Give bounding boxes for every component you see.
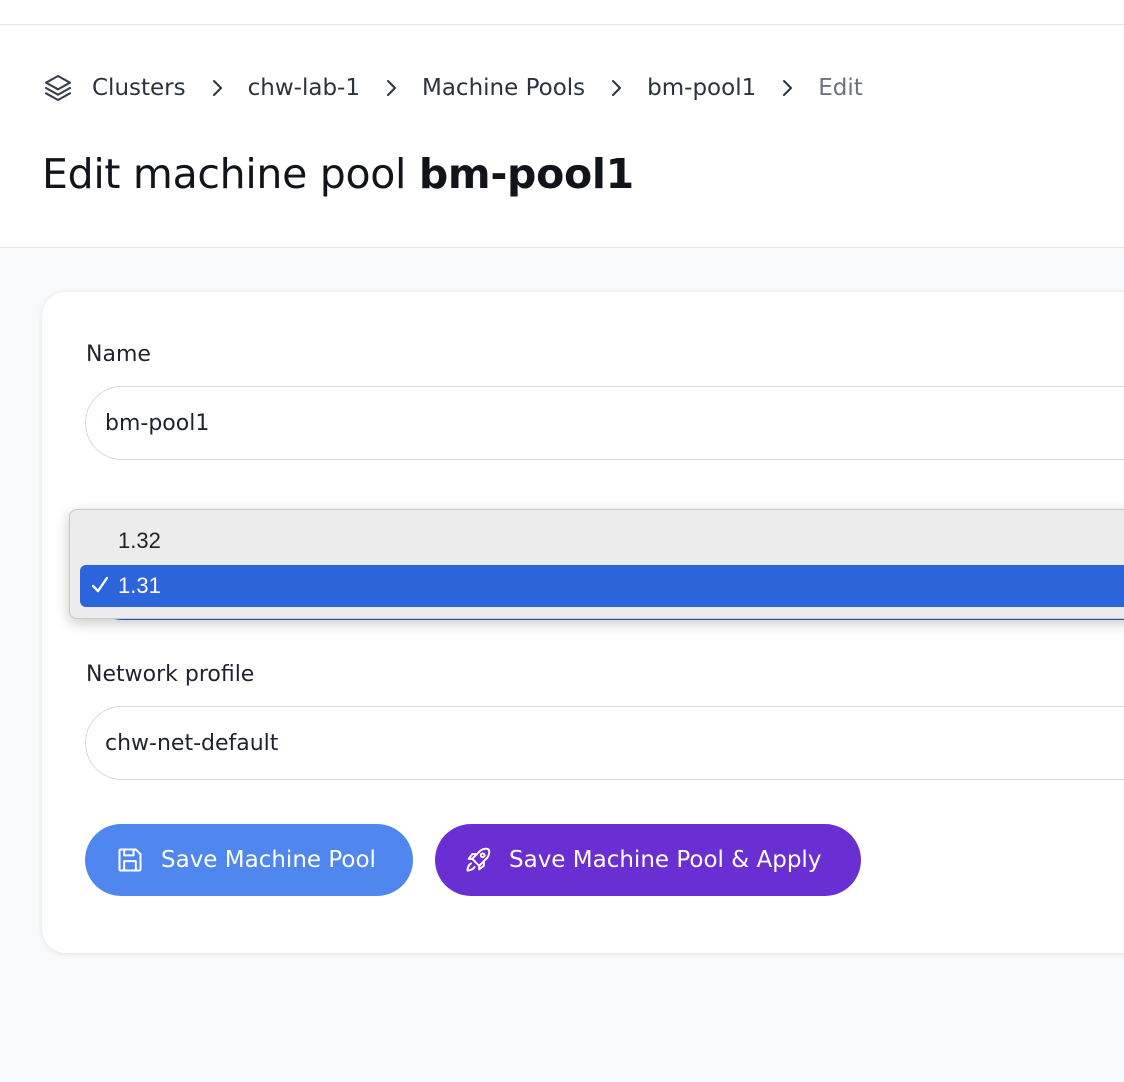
checkmark-icon: [90, 575, 110, 595]
version-option-label: 1.31: [118, 573, 161, 598]
version-option-1-32[interactable]: 1.32: [80, 520, 1124, 562]
layers-icon: [42, 72, 74, 104]
network-profile-input[interactable]: [85, 706, 1124, 780]
save-and-apply-label: Save Machine Pool & Apply: [509, 847, 822, 873]
breadcrumb-cluster[interactable]: chw-lab-1: [248, 75, 360, 101]
rocket-icon: [463, 845, 493, 875]
version-dropdown-menu: 1.32 1.31: [69, 509, 1124, 619]
breadcrumb-pool[interactable]: bm-pool1: [647, 75, 756, 101]
save-machine-pool-button[interactable]: Save Machine Pool: [85, 824, 413, 896]
name-input[interactable]: [85, 386, 1124, 460]
page-title: Edit machine pool bm-pool1: [42, 150, 634, 198]
breadcrumb-clusters[interactable]: Clusters: [92, 75, 186, 101]
machine-pool-form: Name Network profile Save Machine Pool S…: [42, 292, 1124, 953]
breadcrumb-current: Edit: [818, 75, 863, 101]
network-profile-label: Network profile: [86, 662, 255, 687]
name-label: Name: [86, 342, 151, 367]
version-option-1-31[interactable]: 1.31: [80, 565, 1124, 607]
chevron-right-icon: [780, 79, 794, 97]
chevron-right-icon: [609, 79, 623, 97]
top-bar: [0, 0, 1124, 25]
save-and-apply-button[interactable]: Save Machine Pool & Apply: [435, 824, 861, 896]
page-header: Clusters chw-lab-1 Machine Pools bm-pool…: [0, 26, 1124, 248]
breadcrumb: Clusters chw-lab-1 Machine Pools bm-pool…: [42, 70, 863, 106]
version-option-label: 1.32: [118, 528, 161, 553]
page-title-prefix: Edit machine pool: [42, 150, 407, 198]
floppy-disk-icon: [115, 845, 145, 875]
chevron-right-icon: [384, 79, 398, 97]
save-machine-pool-label: Save Machine Pool: [161, 847, 376, 873]
page-title-pool-name: bm-pool1: [418, 150, 634, 198]
breadcrumb-machine-pools[interactable]: Machine Pools: [422, 75, 585, 101]
chevron-right-icon: [210, 79, 224, 97]
